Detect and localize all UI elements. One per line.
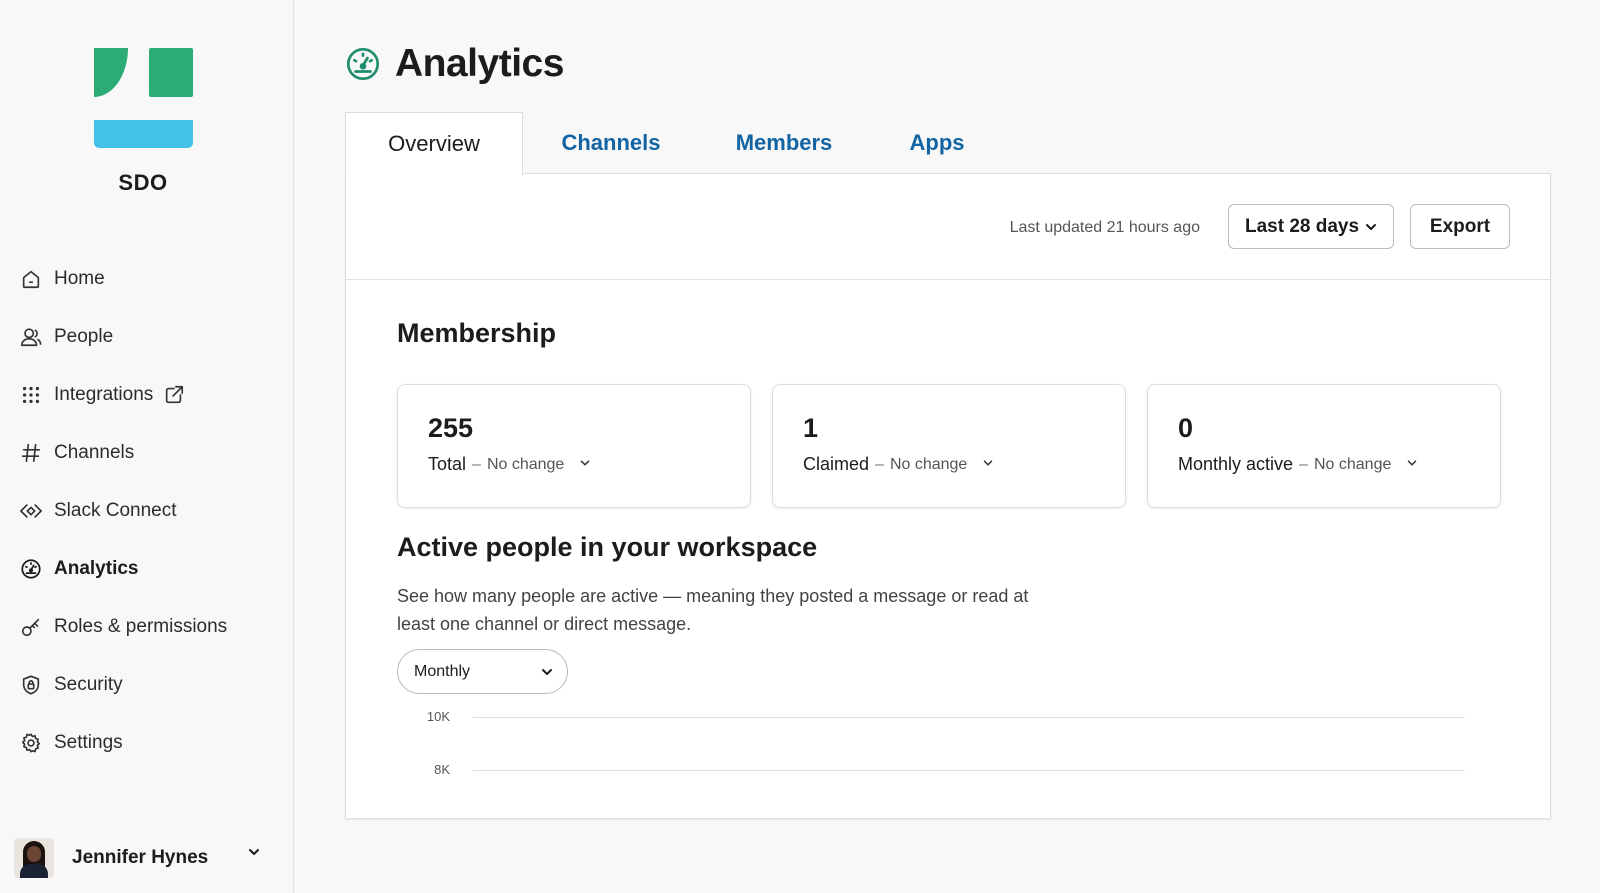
chevron-down-icon bbox=[539, 664, 555, 685]
analytics-gauge-icon bbox=[345, 46, 381, 82]
last-updated-text: Last updated 21 hours ago bbox=[1009, 219, 1200, 236]
home-icon bbox=[18, 266, 44, 292]
gear-icon bbox=[18, 730, 44, 756]
sidebar-item-label: Slack Connect bbox=[54, 500, 177, 521]
active-people-title: Active people in your workspace bbox=[397, 532, 818, 562]
slack-connect-icon bbox=[18, 498, 44, 524]
stat-separator: – bbox=[1299, 455, 1308, 473]
sidebar-item-security[interactable]: Security bbox=[18, 656, 227, 714]
gridline bbox=[473, 770, 1465, 771]
y-tick-label: 10K bbox=[426, 709, 450, 724]
grid-dots-icon bbox=[18, 382, 44, 408]
stat-card-monthly-active: 0 Monthly active – No change bbox=[1147, 384, 1501, 508]
y-tick-label: 8K bbox=[434, 762, 450, 777]
people-icon bbox=[18, 324, 44, 350]
stat-value: 255 bbox=[428, 413, 474, 443]
logo-shape-left bbox=[94, 48, 128, 97]
sidebar-item-label: Integrations bbox=[54, 384, 154, 405]
stat-separator: – bbox=[875, 455, 884, 473]
chevron-down-icon bbox=[1363, 219, 1379, 241]
logo-shape-right bbox=[149, 48, 193, 97]
sidebar-item-channels[interactable]: Channels bbox=[18, 424, 227, 482]
logo-shape-bottom bbox=[94, 120, 193, 148]
sidebar-item-roles[interactable]: Roles & permissions bbox=[18, 598, 227, 656]
stat-card-total: 255 Total – No change bbox=[397, 384, 751, 508]
overview-panel: Last updated 21 hours ago Last 28 days E… bbox=[345, 173, 1551, 819]
stat-label: Monthly active bbox=[1178, 454, 1294, 474]
stat-label: Claimed bbox=[803, 454, 870, 474]
stat-change-toggle[interactable]: Monthly active – No change bbox=[1178, 454, 1470, 475]
sidebar-item-label: Home bbox=[54, 268, 105, 289]
workspace-name: SDO bbox=[118, 170, 168, 195]
period-label: Monthly bbox=[414, 662, 471, 680]
sidebar-item-label: Roles & permissions bbox=[54, 616, 228, 637]
date-range-select[interactable]: Last 28 days bbox=[1228, 204, 1394, 249]
date-range-label: Last 28 days bbox=[1245, 215, 1360, 237]
tab-apps[interactable]: Apps bbox=[869, 112, 1005, 174]
avatar bbox=[14, 838, 54, 878]
user-menu[interactable]: Jennifer Hynes bbox=[14, 838, 274, 878]
panel-toolbar: Last updated 21 hours ago Last 28 days E… bbox=[346, 174, 1550, 280]
chevron-down-icon bbox=[1405, 454, 1419, 475]
sidebar-item-analytics[interactable]: Analytics bbox=[18, 540, 227, 598]
sidebar-item-integrations[interactable]: Integrations bbox=[18, 366, 227, 424]
sidebar-item-people[interactable]: People bbox=[18, 308, 227, 366]
page-header: Analytics bbox=[345, 42, 564, 86]
chevron-down-icon bbox=[246, 844, 262, 865]
gauge-icon bbox=[18, 556, 44, 582]
sidebar-item-label: Security bbox=[54, 674, 123, 695]
hash-icon bbox=[18, 440, 44, 466]
sidebar-item-home[interactable]: Home bbox=[18, 250, 227, 308]
stat-change: No change bbox=[1313, 455, 1392, 473]
stat-card-claimed: 1 Claimed – No change bbox=[772, 384, 1126, 508]
sidebar-item-label: People bbox=[54, 326, 114, 347]
chevron-down-icon bbox=[981, 454, 995, 475]
key-icon bbox=[18, 614, 44, 640]
membership-title: Membership bbox=[397, 318, 557, 348]
tab-members[interactable]: Members bbox=[699, 112, 869, 174]
membership-cards: 255 Total – No change 1 Claimed – No cha… bbox=[397, 384, 1501, 508]
stat-value: 0 bbox=[1178, 413, 1194, 443]
sidebar-item-label: Settings bbox=[54, 732, 123, 753]
period-select[interactable]: Monthly bbox=[397, 649, 568, 694]
stat-change-toggle[interactable]: Total – No change bbox=[428, 454, 720, 475]
workspace-logo[interactable] bbox=[94, 48, 194, 148]
tab-bar: Overview Channels Members Apps bbox=[345, 112, 1005, 175]
sidebar-item-slack-connect[interactable]: Slack Connect bbox=[18, 482, 227, 540]
sidebar: SDO Home People Integrations Channels Sl… bbox=[0, 0, 294, 893]
active-people-description: See how many people are active — meaning… bbox=[397, 586, 1029, 634]
tab-channels[interactable]: Channels bbox=[523, 112, 699, 174]
shield-icon bbox=[18, 672, 44, 698]
stat-change: No change bbox=[486, 455, 565, 473]
sidebar-nav: Home People Integrations Channels Slack … bbox=[18, 250, 227, 772]
sidebar-item-label: Channels bbox=[54, 442, 135, 463]
user-name: Jennifer Hynes bbox=[72, 847, 209, 868]
external-link-icon bbox=[163, 384, 185, 406]
stat-label: Total bbox=[428, 454, 467, 474]
sidebar-item-settings[interactable]: Settings bbox=[18, 714, 227, 772]
tab-overview[interactable]: Overview bbox=[345, 112, 523, 175]
page-title: Analytics bbox=[395, 42, 564, 85]
stat-change: No change bbox=[889, 455, 968, 473]
export-button[interactable]: Export bbox=[1410, 204, 1510, 249]
gridline bbox=[473, 717, 1465, 718]
chevron-down-icon bbox=[578, 454, 592, 475]
sidebar-item-label: Analytics bbox=[54, 558, 139, 579]
stat-separator: – bbox=[472, 455, 481, 473]
stat-value: 1 bbox=[803, 413, 819, 443]
stat-change-toggle[interactable]: Claimed – No change bbox=[803, 454, 1095, 475]
